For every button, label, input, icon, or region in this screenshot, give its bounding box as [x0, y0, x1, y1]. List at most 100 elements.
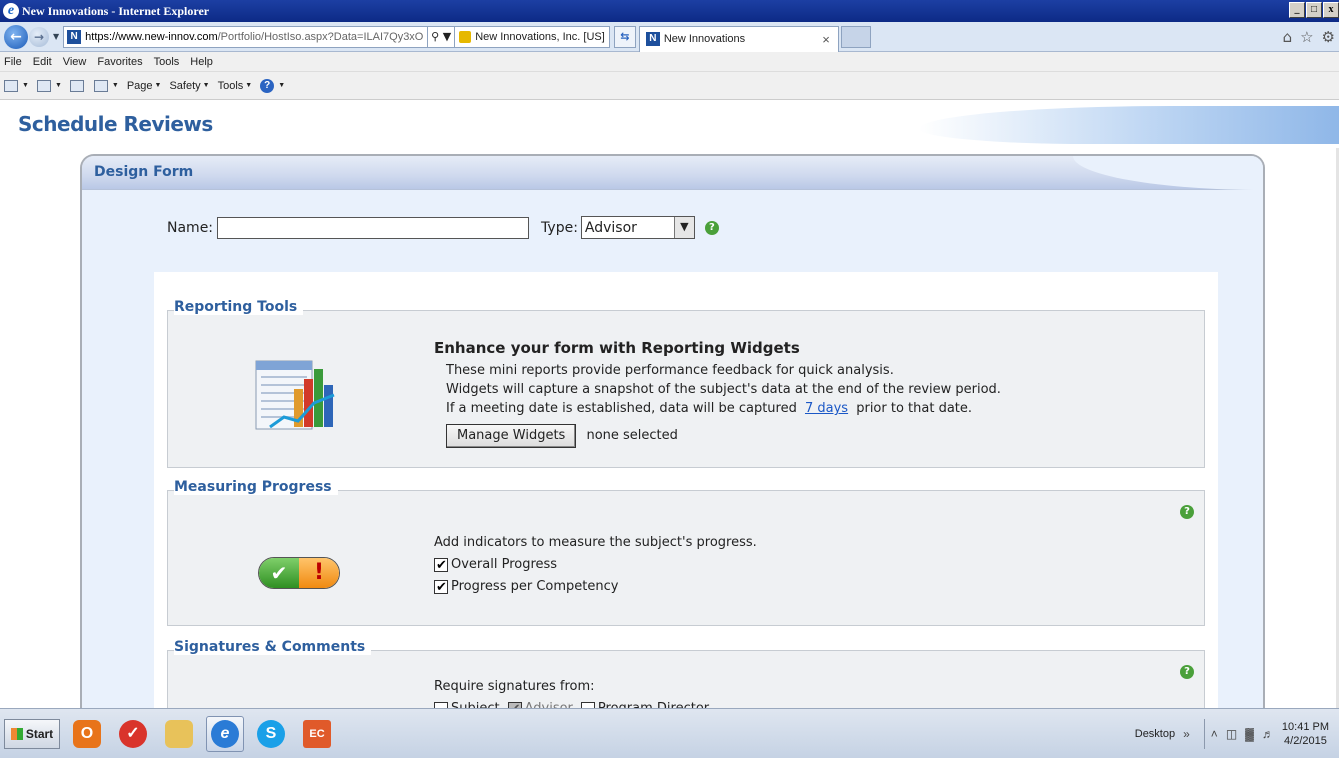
progress-intro: Add indicators to measure the subject's …: [434, 535, 757, 550]
start-button[interactable]: Start: [4, 718, 60, 749]
checkmark-icon: ✔: [259, 558, 299, 588]
taskbar-app-todo[interactable]: ✓: [114, 716, 152, 752]
taskbar-app-explorer[interactable]: [160, 716, 198, 752]
form-name-row: Name: Type: Advisor ▼ ?: [167, 216, 719, 239]
days-prior-link[interactable]: 7 days: [805, 401, 848, 416]
window-title: New Innovations - Internet Explorer: [22, 3, 210, 18]
taskbar-clock[interactable]: 10:41 PM 4/2/2015: [1282, 720, 1329, 748]
security-report[interactable]: New Innovations, Inc. [US]: [455, 25, 610, 48]
todo-check-icon: ✓: [119, 719, 147, 748]
gear-icon[interactable]: ⚙: [1322, 28, 1335, 46]
clock-date: 4/2/2015: [1284, 735, 1327, 747]
page-menu[interactable]: Page ▼: [127, 80, 162, 92]
signatures-intro: Require signatures from:: [434, 679, 595, 694]
close-button[interactable]: x: [1323, 2, 1339, 18]
reporting-tools-title: Reporting Tools: [174, 299, 304, 315]
favorites-star-icon[interactable]: ☆: [1300, 28, 1313, 46]
measuring-progress-title: Measuring Progress: [174, 479, 338, 495]
address-input[interactable]: N https://www.new-innov.com/Portfolio/Ho…: [63, 25, 429, 48]
desktop-toolbar-label[interactable]: Desktop: [1135, 728, 1175, 740]
taskbar-app-skype[interactable]: S: [252, 716, 290, 752]
print-command[interactable]: ▼: [93, 79, 119, 92]
menu-view[interactable]: View: [63, 56, 87, 68]
type-select[interactable]: Advisor ▼: [580, 216, 695, 239]
competency-progress-label: Progress per Competency: [451, 579, 619, 594]
name-input[interactable]: [217, 216, 530, 239]
exclamation-icon: !: [299, 558, 339, 588]
browser-tab[interactable]: N New Innovations ×: [638, 25, 839, 52]
subject-label: Subject: [451, 699, 500, 708]
security-label: New Innovations, Inc. [US]: [475, 30, 605, 43]
advisor-label: Advisor: [525, 699, 573, 708]
outlook-icon: O: [73, 719, 101, 748]
tab-close-icon[interactable]: ×: [822, 32, 830, 47]
mail-command[interactable]: [69, 79, 86, 92]
address-dropdown-icon[interactable]: ▼: [443, 30, 451, 43]
menu-edit[interactable]: Edit: [33, 56, 52, 68]
address-bar-row: ← → ▼ N https://www.new-innov.com/Portfo…: [0, 22, 1339, 52]
name-label: Name:: [167, 219, 214, 236]
history-dropdown-icon[interactable]: ▼: [53, 32, 59, 41]
refresh-icon[interactable]: ⇆: [613, 25, 636, 48]
signatures-title: Signatures & Comments: [174, 639, 372, 655]
progress-indicator-icon: ✔ !: [258, 557, 340, 589]
new-tab-button[interactable]: [840, 25, 871, 48]
help-command[interactable]: ? ▼: [260, 78, 285, 93]
competency-progress-option[interactable]: Progress per Competency: [434, 577, 757, 597]
progress-help-icon[interactable]: ?: [1180, 505, 1194, 519]
signal-icon[interactable]: ▓: [1245, 727, 1254, 741]
reporting-line-3: If a meeting date is established, data w…: [446, 401, 973, 416]
competency-progress-checkbox[interactable]: [434, 578, 448, 597]
minimize-button[interactable]: _: [1289, 2, 1305, 18]
menu-favorites[interactable]: Favorites: [97, 56, 142, 68]
menu-bar: File Edit View Favorites Tools Help: [0, 52, 1339, 72]
taskbar-app-outlook[interactable]: O: [68, 716, 106, 752]
menu-help[interactable]: Help: [190, 56, 213, 68]
command-bar: ▼ ▼ ▼ Page ▼ Safety ▼ Tools ▼ ? ▼: [0, 72, 1339, 100]
volume-icon[interactable]: ♬: [1262, 727, 1274, 741]
signatures-content: Require signatures from: Subject Advisor…: [434, 677, 709, 708]
type-help-icon[interactable]: ?: [704, 220, 719, 235]
page-title: Schedule Reviews: [18, 112, 213, 136]
type-select-value: Advisor: [584, 219, 637, 236]
toolbar-expand-icon[interactable]: »: [1183, 727, 1190, 741]
ie-logo-icon: e: [3, 3, 19, 19]
menu-tools[interactable]: Tools: [154, 56, 180, 68]
feeds-icon: [36, 79, 51, 92]
tray-expand-icon[interactable]: ˄: [1211, 727, 1218, 741]
overall-progress-checkbox[interactable]: [434, 556, 448, 575]
forward-button[interactable]: →: [29, 26, 49, 47]
home-icon[interactable]: ⌂: [1283, 28, 1293, 46]
feeds-command[interactable]: ▼: [36, 79, 62, 92]
taskbar: Start O ✓ e S EC Desktop » ˄ ◫ ▓ ♬ 10:41…: [0, 708, 1339, 758]
overall-progress-option[interactable]: Overall Progress: [434, 555, 757, 575]
chevron-down-icon[interactable]: ▼: [673, 217, 694, 238]
safety-menu[interactable]: Safety ▼: [169, 80, 209, 92]
address-tools[interactable]: ⚲ ▼: [428, 25, 456, 48]
header-swoosh: [919, 106, 1339, 144]
maximize-button[interactable]: □: [1306, 2, 1322, 18]
tab-favicon-icon: N: [645, 32, 660, 46]
back-button[interactable]: ←: [4, 24, 28, 49]
home-command[interactable]: ▼: [4, 79, 29, 92]
taskbar-app-ie[interactable]: e: [206, 715, 244, 752]
lock-icon: [459, 30, 472, 43]
signatures-help-icon[interactable]: ?: [1180, 665, 1194, 679]
search-icon[interactable]: ⚲: [431, 30, 439, 43]
tools-menu[interactable]: Tools ▼: [218, 80, 253, 92]
print-icon: [93, 79, 108, 92]
taskbar-app-other[interactable]: EC: [298, 716, 336, 752]
type-label: Type:: [541, 219, 578, 236]
form-content-area: Reporting Tools Enhance your form with R…: [154, 272, 1218, 708]
skype-icon: S: [257, 719, 285, 748]
clock-time: 10:41 PM: [1281, 721, 1329, 733]
design-form-header: Design Form: [82, 156, 1263, 190]
folder-icon: [165, 719, 193, 748]
tray-device-icon[interactable]: ◫: [1226, 727, 1237, 741]
design-form-panel: Design Form Name: Type: Advisor ▼ ? Repo…: [80, 154, 1265, 708]
program-director-label: Program Director: [598, 699, 709, 708]
url-host: https://www.new-innov.com: [85, 30, 218, 43]
menu-file[interactable]: File: [4, 56, 22, 68]
measuring-progress-section: Measuring Progress ? ✔ ! Add indicators …: [167, 479, 1205, 626]
manage-widgets-button[interactable]: Manage Widgets: [446, 424, 577, 448]
